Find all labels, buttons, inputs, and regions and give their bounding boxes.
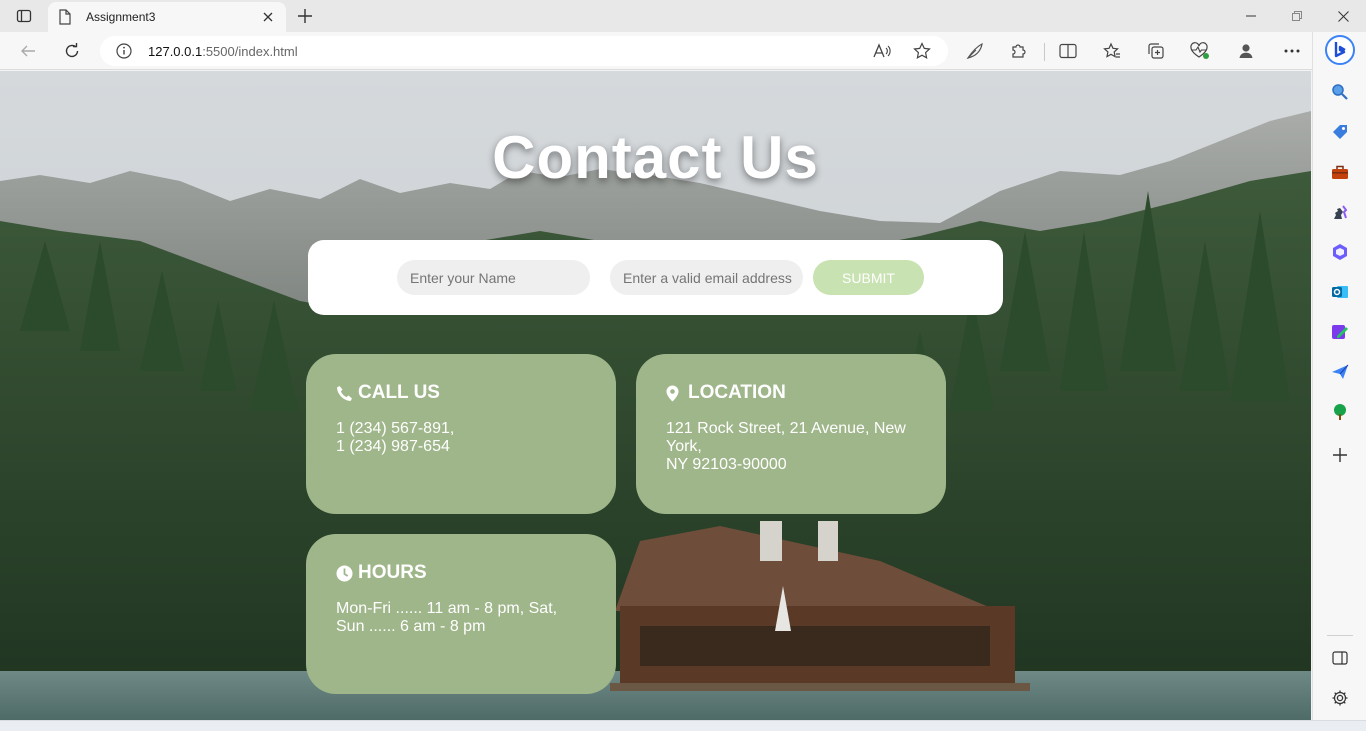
favorite-star-icon[interactable] <box>912 42 932 60</box>
sidebar-games-button[interactable] <box>1325 198 1355 226</box>
profile-button[interactable] <box>1231 37 1261 65</box>
map-pin-icon <box>666 384 684 402</box>
office-icon <box>1333 244 1347 260</box>
page-heading: Contact Us <box>492 124 819 191</box>
sidebar-office-button[interactable] <box>1325 238 1355 266</box>
call-us-title: CALL US <box>358 382 440 403</box>
search-icon <box>1332 84 1348 100</box>
browser-toolbar: 127.0.0.1:5500/index.html <box>0 32 1366 70</box>
location-card: LOCATION 121 Rock Street, 21 Avenue, New… <box>636 354 946 514</box>
chess-icon <box>1334 205 1348 219</box>
close-window-icon <box>1337 10 1349 22</box>
feather-icon <box>966 42 983 60</box>
more-icon <box>1284 49 1300 53</box>
phone-line: 1 (234) 567-891, <box>336 420 455 437</box>
tree-icon <box>1334 404 1346 420</box>
back-button[interactable] <box>13 37 43 65</box>
send-icon <box>1332 364 1349 379</box>
designer-icon <box>1332 325 1348 339</box>
hours-title: HOURS <box>358 562 427 583</box>
bing-icon <box>1325 35 1355 65</box>
more-button[interactable] <box>1277 37 1307 65</box>
location-title: LOCATION <box>688 382 786 403</box>
sidebar-tools-button[interactable] <box>1325 158 1355 186</box>
hours-card: HOURS Mon-Fri ...... 11 am - 8 pm, Sat, … <box>306 534 616 694</box>
location-header: LOCATION <box>666 382 916 404</box>
new-tab-button[interactable] <box>292 4 318 28</box>
address-line: York, <box>666 438 702 455</box>
contact-form: SUBMIT <box>308 240 1003 315</box>
info-icon[interactable] <box>116 42 134 60</box>
tab-strip: Assignment3 <box>0 0 1366 32</box>
restore-icon <box>1292 11 1302 21</box>
toolbox-icon <box>1332 165 1348 179</box>
edge-sidebar <box>1312 32 1366 721</box>
collections-button[interactable] <box>1141 37 1171 65</box>
url-text: 127.0.0.1:5500/index.html <box>148 44 298 59</box>
sidebar-add-button[interactable] <box>1325 441 1355 469</box>
refresh-icon <box>65 43 79 58</box>
add-icon <box>1333 448 1347 462</box>
sidebar-toggle-icon <box>1332 651 1348 665</box>
address-line: 121 Rock Street, 21 Avenue, New <box>666 420 906 437</box>
call-us-header: CALL US <box>336 382 586 404</box>
extensions-icon <box>1012 44 1026 58</box>
address-line: NY 92103-90000 <box>666 456 787 473</box>
page-icon <box>58 9 74 25</box>
hours-line: Sun ...... 6 am - 8 pm <box>336 618 486 635</box>
phone-icon <box>336 384 354 402</box>
sidebar-outlook-button[interactable] <box>1325 278 1355 306</box>
sidebar-tree-button[interactable] <box>1325 398 1355 426</box>
collections-icon <box>1148 43 1164 59</box>
url-host: 127.0.0.1 <box>148 43 203 59</box>
close-window-button[interactable] <box>1320 0 1366 32</box>
name-input[interactable] <box>397 260 590 295</box>
toolbar-separator <box>1044 43 1045 61</box>
back-icon <box>21 45 35 57</box>
read-aloud-icon[interactable] <box>872 42 892 60</box>
tab-actions-button[interactable] <box>8 4 40 28</box>
call-us-card: CALL US 1 (234) 567-891, 1 (234) 987-654 <box>306 354 616 514</box>
feather-button[interactable] <box>960 37 990 65</box>
submit-button[interactable]: SUBMIT <box>813 260 924 295</box>
profile-icon <box>1239 44 1253 58</box>
sidebar-separator <box>1327 635 1353 636</box>
address-bar[interactable]: 127.0.0.1:5500/index.html <box>100 36 948 66</box>
heart-pulse-button[interactable] <box>1185 37 1215 65</box>
split-screen-button[interactable] <box>1053 37 1083 65</box>
sidebar-search-button[interactable] <box>1325 78 1355 106</box>
sidebar-settings-button[interactable] <box>1325 684 1355 712</box>
settings-icon <box>1332 690 1348 706</box>
hours-header: HOURS <box>336 562 586 584</box>
sidebar-shopping-button[interactable] <box>1325 118 1355 146</box>
sidebar-designer-button[interactable] <box>1325 318 1355 346</box>
favorites-icon <box>1103 42 1120 58</box>
minimize-icon <box>1246 15 1256 17</box>
phone-line: 1 (234) 987-654 <box>336 438 450 455</box>
clock-icon <box>336 564 354 582</box>
url-path: :5500/index.html <box>202 43 298 59</box>
heart-pulse-icon <box>1190 42 1209 59</box>
hide-sidebar-button[interactable] <box>1325 644 1355 672</box>
favorites-button[interactable] <box>1097 37 1127 65</box>
refresh-button[interactable] <box>57 37 87 65</box>
close-tab-icon[interactable] <box>260 9 276 25</box>
active-tab[interactable]: Assignment3 <box>48 2 286 32</box>
outlook-icon <box>1332 286 1348 298</box>
sidebar-send-button[interactable] <box>1325 358 1355 386</box>
split-screen-icon <box>1059 43 1077 59</box>
restore-button[interactable] <box>1274 0 1320 32</box>
tag-icon <box>1333 125 1347 139</box>
email-input[interactable] <box>610 260 803 295</box>
page-viewport: Contact Us SUBMIT CALL US 1 (234) 567-89… <box>0 71 1311 720</box>
taskbar-edge <box>0 720 1366 731</box>
new-tab-icon <box>298 9 312 23</box>
tab-actions-icon <box>16 9 32 23</box>
minimize-button[interactable] <box>1228 0 1274 32</box>
tab-title: Assignment3 <box>86 10 156 24</box>
hours-line: Mon-Fri ...... 11 am - 8 pm, Sat, <box>336 600 558 617</box>
extensions-button[interactable] <box>1004 37 1034 65</box>
bing-button[interactable] <box>1325 35 1355 65</box>
